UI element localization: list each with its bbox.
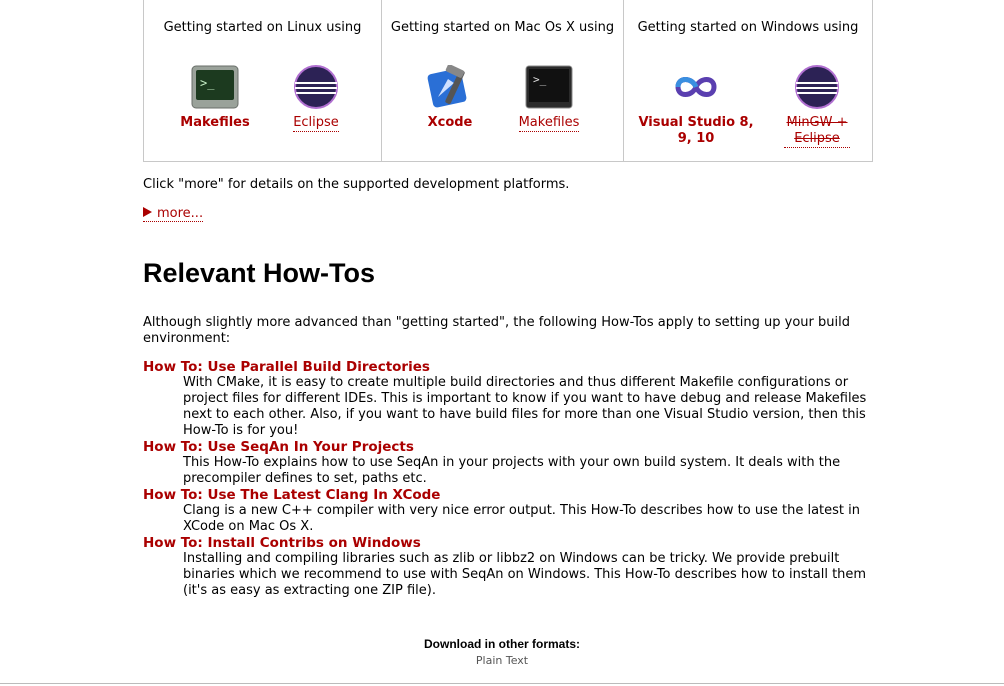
svg-text:>_: >_: [533, 73, 547, 86]
howto-link[interactable]: How To: Install Contribs on Windows: [143, 535, 878, 551]
tool-label[interactable]: Visual Studio 8, 9, 10: [632, 115, 760, 147]
howto-description: With CMake, it is easy to create multipl…: [183, 375, 867, 438]
platform-heading-mac: Getting started on Mac Os X using: [390, 20, 615, 35]
xcode-icon: [427, 65, 467, 108]
more-link[interactable]: more...: [143, 206, 204, 222]
svg-text:>_: >_: [200, 76, 215, 90]
eclipse-icon: [795, 65, 839, 109]
tool-mac-xcode[interactable]: Xcode: [395, 65, 505, 131]
howto-list: How To: Use Parallel Build Directories W…: [143, 359, 878, 599]
platform-column-windows: Getting started on Windows using Visual …: [624, 0, 872, 161]
platform-table: Getting started on Linux using >_ Makefi…: [143, 0, 873, 162]
eclipse-icon: [294, 65, 338, 109]
tool-label[interactable]: Makefiles: [518, 115, 580, 132]
terminal-icon: >_: [191, 65, 239, 109]
section-title: Relevant How-Tos: [143, 258, 376, 288]
tool-linux-makefiles[interactable]: >_ Makefiles: [160, 65, 270, 131]
platform-column-mac: Getting started on Mac Os X using Xcode …: [382, 0, 624, 161]
download-heading: Download in other formats:: [424, 637, 580, 651]
expand-triangle-icon: [143, 207, 152, 217]
platform-heading-windows: Getting started on Windows using: [637, 20, 859, 35]
howto-description: Installing and compiling libraries such …: [183, 551, 867, 598]
howto-item: How To: Install Contribs on Windows Inst…: [143, 535, 878, 599]
tool-linux-eclipse[interactable]: Eclipse: [261, 65, 371, 132]
terminal-icon: >_: [525, 65, 573, 109]
tool-windows-visual-studio[interactable]: Visual Studio 8, 9, 10: [632, 65, 760, 147]
howto-item: How To: Use Parallel Build Directories W…: [143, 359, 878, 439]
tool-windows-mingw-eclipse[interactable]: MinGW + Eclipse: [762, 65, 872, 148]
tool-label[interactable]: Makefiles: [160, 115, 270, 131]
howto-description: This How-To explains how to use SeqAn in…: [183, 455, 841, 486]
plain-text-link[interactable]: Plain Text: [0, 654, 1004, 667]
howto-link[interactable]: How To: Use SeqAn In Your Projects: [143, 439, 878, 455]
tool-label[interactable]: Xcode: [395, 115, 505, 131]
howto-description: Clang is a new C++ compiler with very ni…: [183, 503, 860, 534]
intro-text: Click "more" for details on the supporte…: [143, 177, 570, 192]
visual-studio-icon: [675, 77, 717, 97]
tool-label[interactable]: MinGW + Eclipse: [784, 115, 850, 148]
tool-mac-makefiles[interactable]: >_ Makefiles: [494, 65, 604, 132]
howto-link[interactable]: How To: Use Parallel Build Directories: [143, 359, 878, 375]
howto-item: How To: Use The Latest Clang In XCode Cl…: [143, 487, 878, 535]
lead-text: Although slightly more advanced than "ge…: [143, 315, 850, 346]
howto-item: How To: Use SeqAn In Your Projects This …: [143, 439, 878, 487]
tool-label[interactable]: Eclipse: [293, 115, 339, 132]
howto-link[interactable]: How To: Use The Latest Clang In XCode: [143, 487, 878, 503]
platform-column-linux: Getting started on Linux using >_ Makefi…: [144, 0, 382, 161]
more-label[interactable]: more...: [157, 206, 203, 221]
platform-heading-linux: Getting started on Linux using: [163, 20, 362, 35]
footer-divider: [0, 683, 1004, 684]
